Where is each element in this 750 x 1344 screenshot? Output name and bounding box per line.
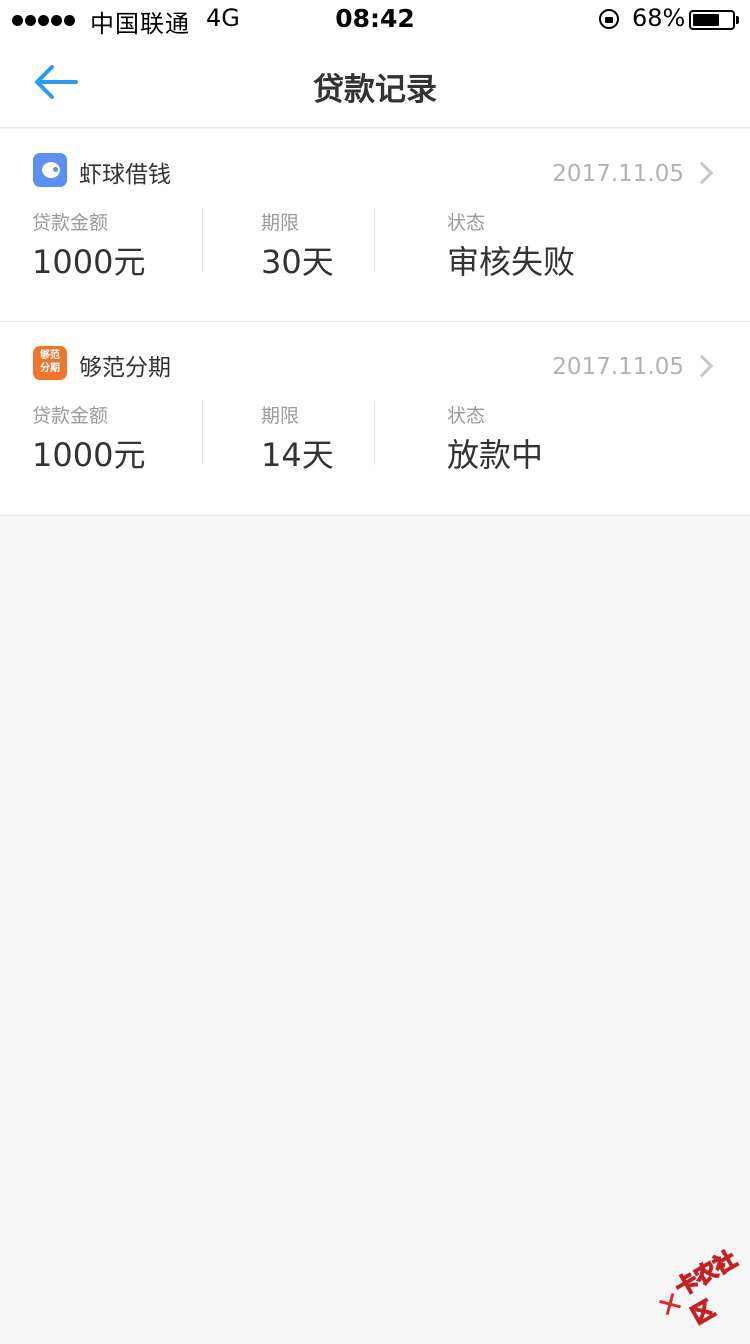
term-label: 期限 [261, 405, 300, 427]
battery-cap [736, 16, 739, 24]
loan-app-name: 虾球借钱 [79, 162, 171, 188]
chevron-right-icon [690, 161, 714, 185]
goufan-app-icon: 够范 分期 [33, 346, 67, 380]
column-divider [202, 401, 203, 465]
logo-text-bottom: 分期 [40, 363, 60, 374]
loan-date: 2017.11.05 [552, 354, 684, 380]
chevron-right-icon [690, 354, 714, 378]
amount-value: 1000元 [32, 243, 146, 281]
status-label: 状态 [447, 405, 486, 427]
column-divider [374, 208, 375, 272]
battery-icon [689, 10, 735, 30]
page-title: 贷款记录 [313, 72, 437, 108]
term-value: 14天 [261, 436, 334, 474]
amount-label: 贷款金额 [32, 212, 109, 234]
column-divider [374, 401, 375, 465]
status-value: 放款中 [447, 436, 544, 474]
rotation-lock-icon [599, 9, 619, 29]
term-label: 期限 [261, 212, 300, 234]
status-bar: 中国联通 4G 08:42 68% [0, 0, 750, 40]
loan-record-card[interactable]: 够范 分期 够范分期 2017.11.05 贷款金额 1000元 期限 14天 … [0, 322, 750, 516]
amount-label: 贷款金额 [32, 405, 109, 427]
shrimp-app-icon [33, 153, 67, 187]
status-label: 状态 [447, 212, 486, 234]
battery-level-fill [693, 14, 719, 26]
column-divider [202, 208, 203, 272]
top-bar: 中国联通 4G 08:42 68% 贷款记录 [0, 0, 750, 128]
battery-percentage: 68% [632, 4, 686, 32]
status-value: 审核失败 [447, 243, 576, 281]
amount-value: 1000元 [32, 436, 146, 474]
logo-text-top: 够范 [40, 350, 60, 361]
loan-app-name: 够范分期 [79, 355, 171, 381]
loan-date: 2017.11.05 [552, 161, 684, 187]
term-value: 30天 [261, 243, 334, 281]
watermark-logo: ✕ 卡农社区 [634, 1217, 750, 1330]
loan-record-card[interactable]: 虾球借钱 2017.11.05 贷款金额 1000元 期限 30天 状态 审核失… [0, 129, 750, 322]
